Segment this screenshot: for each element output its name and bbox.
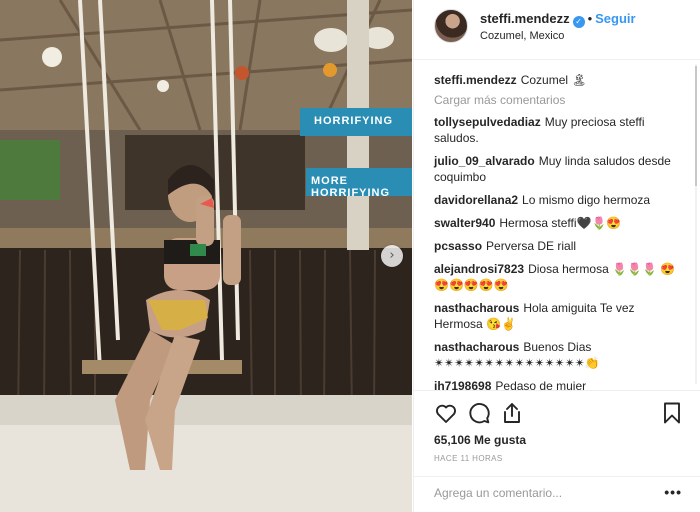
post-header: steffi.mendezz ✓ • Seguir Cozumel, Mexico bbox=[414, 0, 700, 60]
bookmark-icon bbox=[664, 402, 680, 424]
comment-username[interactable]: julio_09_alvarado bbox=[434, 154, 535, 168]
post-photo[interactable]: HORRIFYING MORE HORRIFYING › bbox=[0, 0, 412, 512]
add-comment-bar: ••• bbox=[414, 476, 700, 504]
like-button[interactable] bbox=[434, 401, 458, 425]
comment-button[interactable] bbox=[467, 401, 491, 425]
comment-item: nasthacharous Buenos Dias ✴✴✴✴✴✴✴✴✴✴✴✴✴✴✴… bbox=[434, 339, 684, 371]
comment-item: jh7198698 Pedaso de mujer bbox=[434, 378, 684, 390]
save-button[interactable] bbox=[660, 401, 684, 425]
comment-username[interactable]: alejandrosi7823 bbox=[434, 262, 524, 276]
caption: steffi.mendezz Cozumel 🏝 bbox=[434, 72, 684, 88]
heart-icon bbox=[436, 404, 456, 423]
comment-item: davidorellana2 Lo mismo digo hermoza bbox=[434, 192, 684, 208]
post-actions: 65,106 Me gusta HACE 11 HORAS ••• bbox=[414, 390, 700, 510]
comment-item: swalter940 Hermosa steffi🖤🌷😍 bbox=[434, 215, 684, 231]
post-side-panel: steffi.mendezz ✓ • Seguir Cozumel, Mexico s… bbox=[413, 0, 700, 512]
beach-bar-photo bbox=[0, 0, 412, 512]
action-icon-row bbox=[430, 401, 684, 425]
likes-count[interactable]: 65,106 Me gusta bbox=[434, 433, 526, 447]
comment-username[interactable]: tollysepulvedadiaz bbox=[434, 115, 541, 129]
comment-username[interactable]: pcsasso bbox=[434, 239, 482, 253]
next-photo-button[interactable]: › bbox=[381, 245, 403, 267]
comment-item: julio_09_alvarado Muy linda saludos desde… bbox=[434, 153, 684, 185]
comment-text: Lo mismo digo hermoza bbox=[522, 193, 651, 207]
comment-icon bbox=[469, 403, 490, 424]
share-icon bbox=[504, 403, 520, 423]
dot-separator: • bbox=[587, 11, 593, 26]
verified-badge-icon: ✓ bbox=[572, 16, 585, 28]
comment-username[interactable]: nasthacharous bbox=[434, 340, 519, 354]
comments-list[interactable]: steffi.mendezz Cozumel 🏝 Cargar más comen… bbox=[414, 60, 700, 390]
sign-horrifying: HORRIFYING bbox=[314, 115, 394, 127]
comment-username[interactable]: nasthacharous bbox=[434, 301, 519, 315]
comment-item: tollysepulvedadiaz Muy preciosa steffi sa… bbox=[434, 114, 684, 146]
caption-text: Cozumel 🏝 bbox=[520, 73, 587, 87]
chevron-right-icon: › bbox=[389, 248, 395, 263]
share-button[interactable] bbox=[500, 401, 524, 425]
comment-item: nasthacharous Hola amiguita Te vez Hermos… bbox=[434, 300, 684, 332]
caption-username[interactable]: steffi.mendezz bbox=[434, 73, 517, 87]
comment-username[interactable]: swalter940 bbox=[434, 216, 495, 230]
comment-text: Pedaso de mujer bbox=[495, 379, 587, 390]
comment-item: alejandrosi7823 Diosa hermosa 🌷🌷🌷 😍😍😍😍😍😍 bbox=[434, 261, 684, 293]
user-line: steffi.mendezz ✓ • Seguir bbox=[480, 11, 636, 28]
sign-more-horrifying: MORE HORRIFYING bbox=[311, 175, 391, 199]
username-link[interactable]: steffi.mendezz bbox=[480, 11, 570, 26]
location-link[interactable]: Cozumel, Mexico bbox=[480, 30, 564, 42]
post-timestamp[interactable]: HACE 11 HORAS bbox=[434, 454, 503, 463]
comment-username[interactable]: jh7198698 bbox=[434, 379, 491, 390]
comment-input[interactable] bbox=[434, 482, 654, 504]
comment-text: Perversa DE riall bbox=[486, 239, 577, 253]
comment-username[interactable]: davidorellana2 bbox=[434, 193, 518, 207]
follow-button[interactable]: Seguir bbox=[595, 11, 635, 26]
more-options-button[interactable]: ••• bbox=[664, 484, 682, 500]
load-more-comments-button[interactable]: Cargar más comentarios bbox=[434, 93, 684, 107]
avatar[interactable] bbox=[434, 9, 468, 43]
comment-text: Hermosa steffi🖤🌷😍 bbox=[499, 216, 622, 230]
comments-scrollbar-thumb[interactable] bbox=[695, 66, 697, 186]
comment-item: pcsasso Perversa DE riall bbox=[434, 238, 684, 254]
